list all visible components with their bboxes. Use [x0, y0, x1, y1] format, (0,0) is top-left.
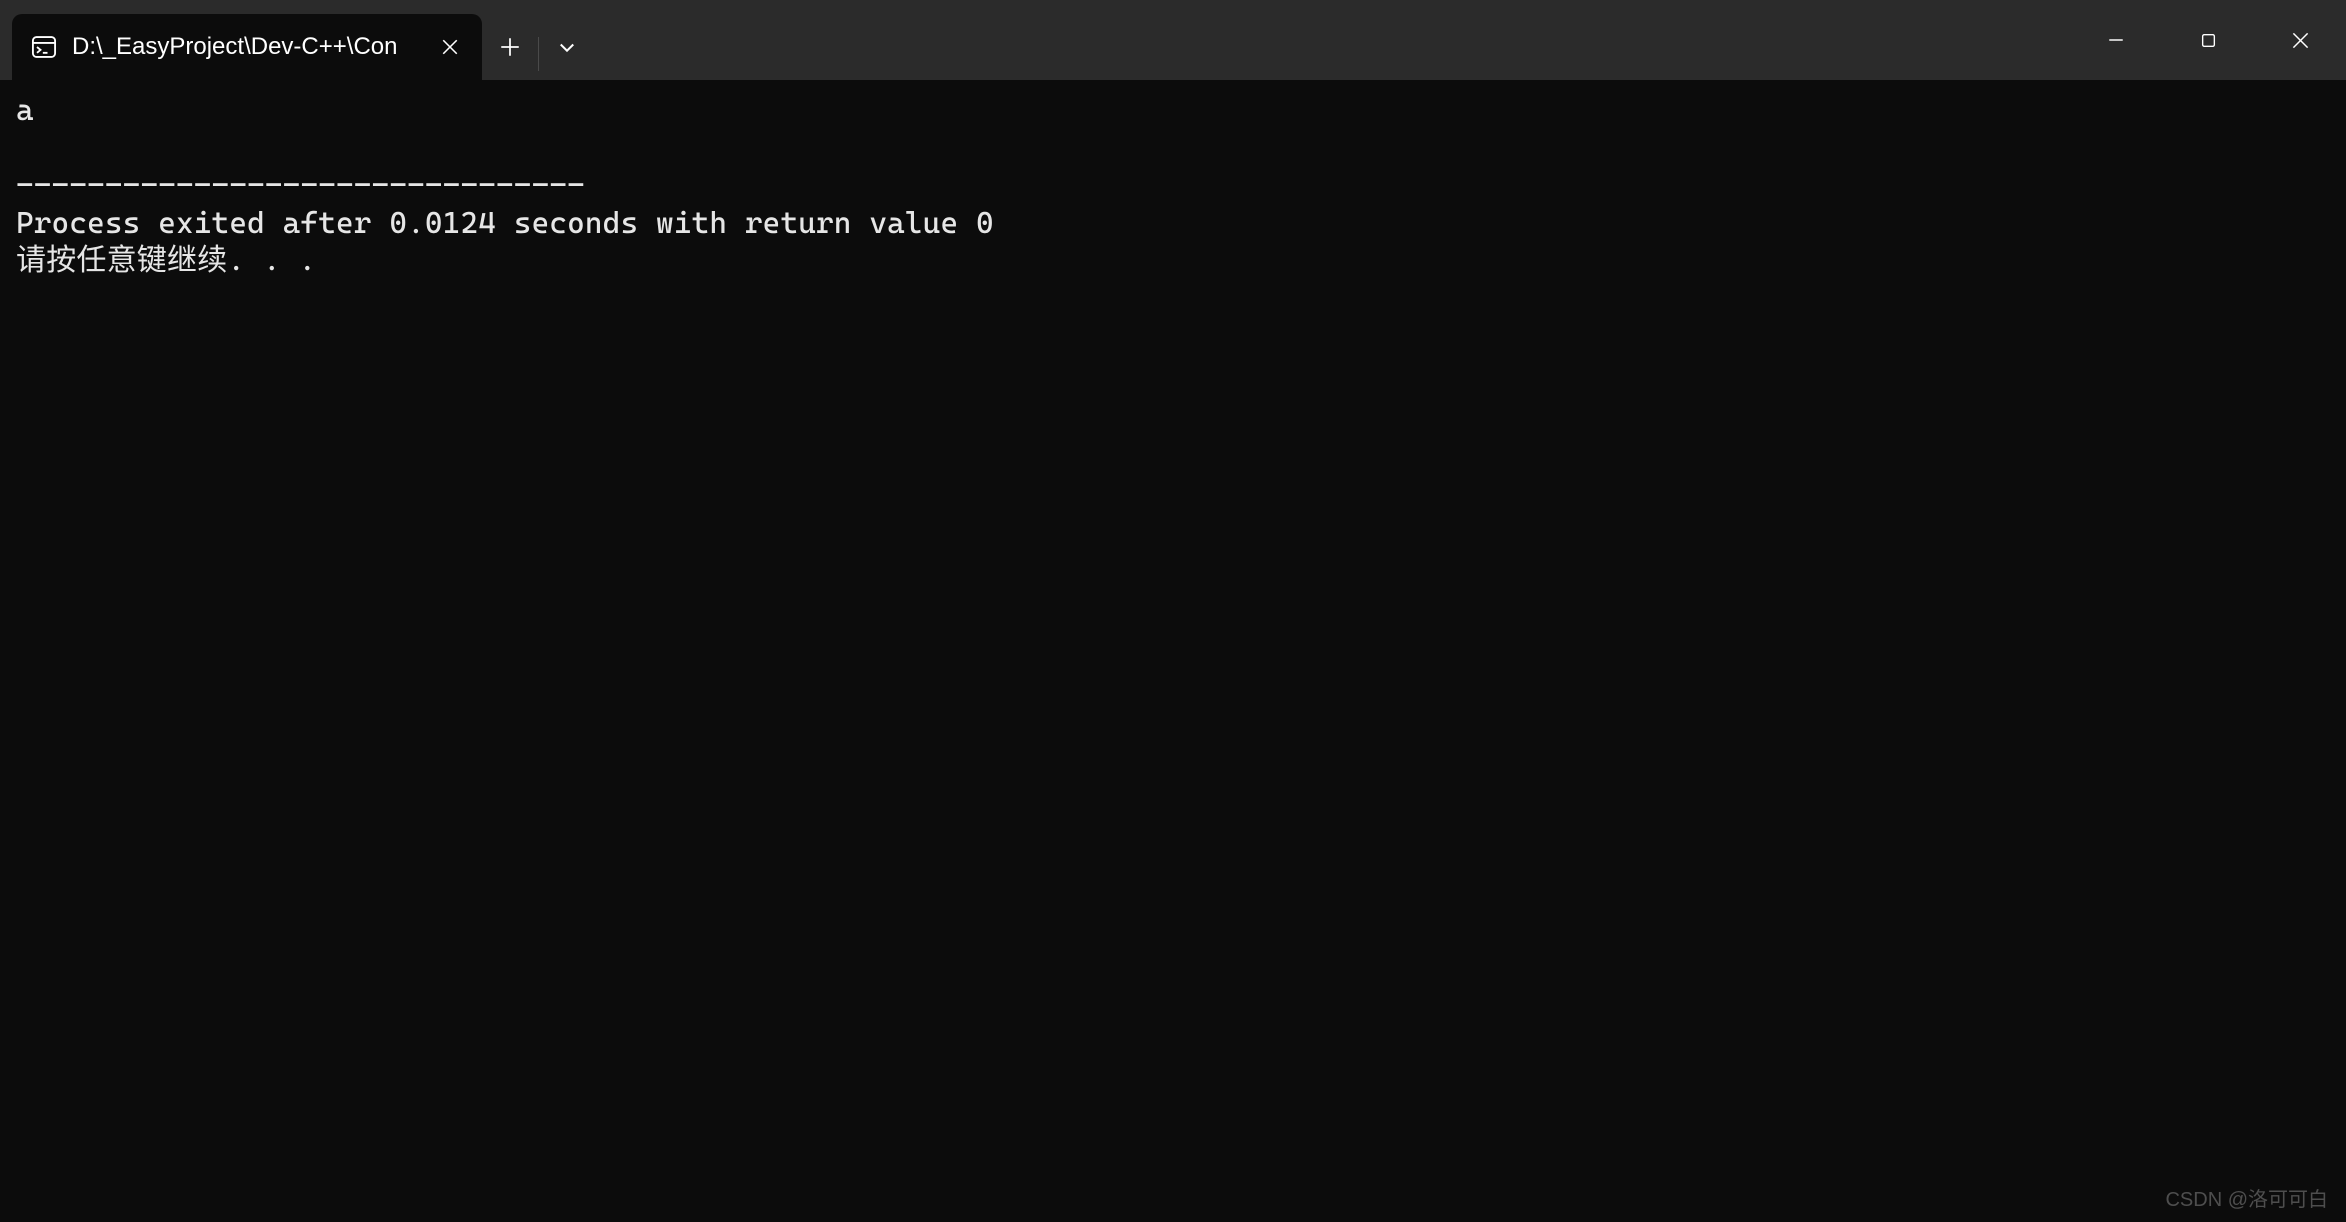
terminal-tab[interactable]: D:\_EasyProject\Dev-C++\Con [12, 14, 482, 80]
tab-dropdown-button[interactable] [539, 14, 595, 80]
watermark: CSDN @洛可可白 [2165, 1183, 2328, 1212]
output-line: a [16, 93, 34, 128]
maximize-button[interactable] [2162, 0, 2254, 80]
cmd-icon [30, 33, 58, 61]
press-any-key-prompt: 请按任意键继续. . . [16, 243, 316, 278]
plus-icon [500, 37, 520, 57]
output-divider: -------------------------------- [16, 168, 585, 203]
tab-close-button[interactable] [432, 29, 468, 65]
close-icon [441, 38, 459, 56]
terminal-output[interactable]: a -------------------------------- Proce… [0, 80, 2346, 292]
tab-title: D:\_EasyProject\Dev-C++\Con [72, 33, 418, 61]
process-exit-line: Process exited after 0.0124 seconds with… [16, 206, 994, 241]
minimize-icon [2107, 31, 2125, 49]
titlebar: D:\_EasyProject\Dev-C++\Con [0, 0, 2346, 80]
maximize-icon [2200, 32, 2217, 49]
window-controls [2070, 0, 2346, 80]
titlebar-drag-region[interactable] [595, 0, 2070, 80]
close-icon [2291, 31, 2310, 50]
minimize-button[interactable] [2070, 0, 2162, 80]
tabs-area: D:\_EasyProject\Dev-C++\Con [0, 0, 595, 80]
close-window-button[interactable] [2254, 0, 2346, 80]
chevron-down-icon [557, 37, 577, 57]
new-tab-button[interactable] [482, 14, 538, 80]
